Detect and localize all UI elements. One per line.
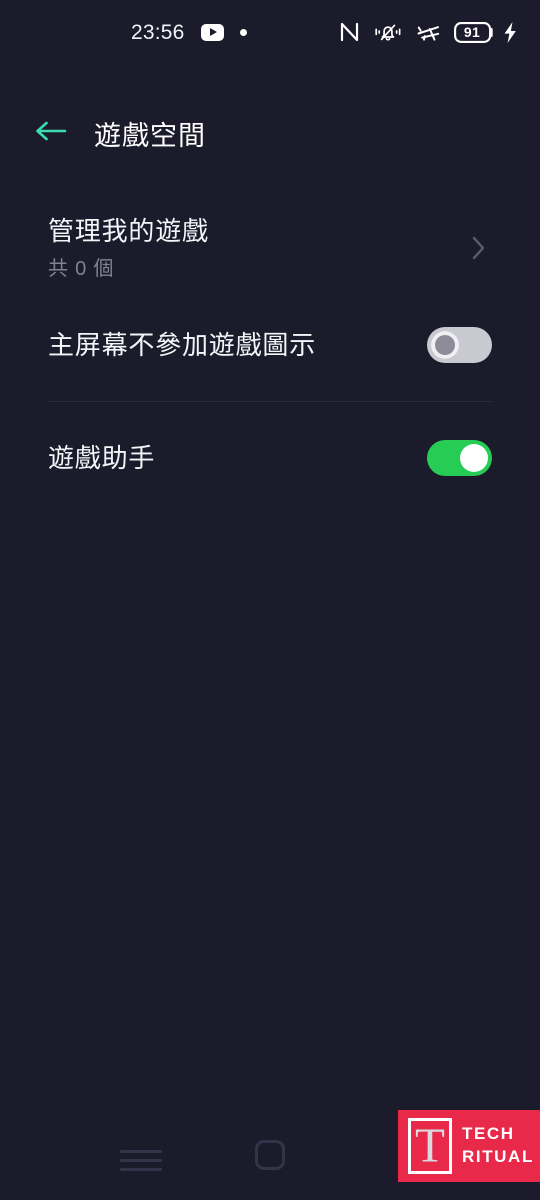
toggle-game-assistant[interactable]	[427, 440, 492, 476]
arrow-left-icon	[33, 117, 71, 150]
row-game-assistant[interactable]: 遊戲助手	[0, 413, 540, 503]
tech-ritual-logo-mark	[408, 1118, 452, 1174]
toggle-knob	[460, 444, 488, 472]
airplane-mode-icon	[416, 21, 441, 43]
chevron-right-icon	[466, 233, 492, 263]
row-text-group: 遊戲助手	[48, 442, 427, 475]
status-bar-right: 91	[339, 21, 518, 44]
row-hide-game-icons-on-home-screen[interactable]: 主屏幕不參加遊戲圖示	[0, 300, 540, 390]
watermark-line-2: RITUAL	[462, 1147, 534, 1166]
watermark-line-1: TECH	[462, 1124, 515, 1144]
tech-ritual-wordmark: TECH RITUAL	[462, 1123, 534, 1169]
row-title: 管理我的遊戲	[48, 216, 209, 247]
vibrate-icon	[373, 21, 403, 43]
recents-bar	[120, 1149, 162, 1153]
tech-ritual-watermark: TECH RITUAL	[398, 1110, 540, 1182]
row-title: 主屏幕不參加遊戲圖示	[48, 329, 317, 360]
charging-bolt-icon	[502, 21, 518, 44]
settings-list: 管理我的遊戲 共 0 個 主屏幕不參加遊戲圖示 遊戲助手	[0, 196, 540, 503]
toggle-hide-game-icons[interactable]	[427, 327, 492, 363]
row-title: 遊戲助手	[48, 442, 156, 473]
row-text-group: 管理我的遊戲 共 0 個	[48, 215, 466, 281]
recents-menu-icon[interactable]	[120, 1140, 162, 1180]
dot-icon	[239, 28, 247, 36]
recents-bar	[120, 1167, 162, 1171]
status-bar-left: 23:56	[131, 22, 247, 43]
status-bar: 23:56 91	[0, 0, 540, 64]
status-bar-clock: 23:56	[131, 20, 185, 44]
app-bar: 遊戲空間	[0, 100, 540, 166]
nfc-icon	[339, 21, 360, 43]
row-subtitle: 共 0 個	[48, 257, 115, 280]
toggle-knob	[431, 331, 459, 359]
section-divider	[48, 401, 492, 402]
battery-level-label: 91	[463, 24, 481, 40]
recents-bar	[120, 1158, 162, 1162]
youtube-icon	[200, 23, 224, 41]
row-manage-my-games[interactable]: 管理我的遊戲 共 0 個	[0, 196, 540, 300]
page-title: 遊戲空間	[94, 120, 206, 151]
battery-icon: 91	[454, 21, 494, 43]
home-square-icon[interactable]	[255, 1140, 285, 1170]
row-text-group: 主屏幕不參加遊戲圖示	[48, 329, 427, 362]
back-button[interactable]	[26, 107, 78, 159]
